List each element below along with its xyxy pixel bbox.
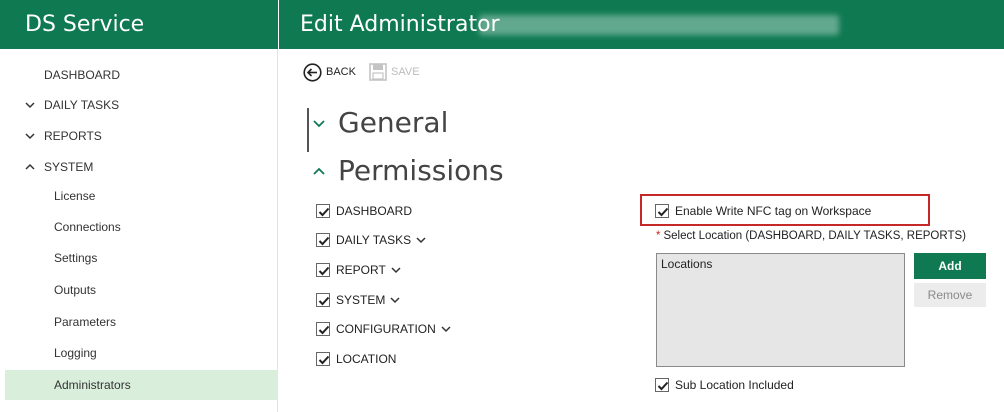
page-title: Edit Administrator <box>300 12 500 37</box>
checkmark-icon <box>318 266 330 276</box>
checkbox[interactable] <box>316 204 330 218</box>
sidebar-item-label: Settings <box>54 251 98 265</box>
section-permissions-toggle[interactable]: Permissions <box>312 154 504 187</box>
sidebar-item-label: Administrators <box>54 378 131 392</box>
back-button[interactable]: BACK <box>303 62 356 82</box>
chevron-down-icon[interactable] <box>389 294 401 306</box>
sub-location-option[interactable]: Sub Location Included <box>655 377 794 393</box>
chevron-up-icon <box>313 167 325 175</box>
sidebar-item-administrators[interactable]: Administrators <box>5 370 278 400</box>
redacted-administrator-name <box>479 15 839 35</box>
sidebar-item-system[interactable]: SYSTEM <box>0 152 278 182</box>
chevron-down-icon[interactable] <box>390 264 402 276</box>
remove-location-button[interactable]: Remove <box>914 283 986 307</box>
sidebar-item-label: SYSTEM <box>44 160 94 174</box>
checkmark-icon <box>657 381 669 391</box>
section-permissions-title: Permissions <box>338 154 504 187</box>
chevron-down-icon[interactable] <box>440 323 452 335</box>
sidebar: DASHBOARD DAILY TASKS REPORTS SYSTEM Lic… <box>0 49 278 412</box>
page-header: Edit Administrator <box>279 0 1004 49</box>
select-location-text: Select Location (DASHBOARD, DAILY TASKS,… <box>663 230 966 242</box>
add-location-button[interactable]: Add <box>914 253 986 279</box>
save-icon <box>369 63 387 81</box>
section-general-toggle[interactable]: General <box>312 106 448 139</box>
checkmark-icon <box>318 207 330 217</box>
required-marker: * <box>656 230 661 242</box>
permission-report[interactable]: REPORT <box>316 262 402 278</box>
back-label: BACK <box>326 66 356 78</box>
permission-dashboard[interactable]: DASHBOARD <box>316 203 412 219</box>
section-general-title: General <box>338 106 449 139</box>
app-title: DS Service <box>25 12 145 37</box>
chevron-up-icon <box>25 163 35 170</box>
sidebar-item-label: Logging <box>54 346 97 360</box>
section-divider <box>307 108 309 152</box>
nfc-label: Enable Write NFC tag on Workspace <box>675 204 872 218</box>
permission-label: CONFIGURATION <box>336 322 436 336</box>
checkmark-icon <box>318 236 330 246</box>
permission-location[interactable]: LOCATION <box>316 351 396 367</box>
sidebar-item-label: Connections <box>54 220 121 234</box>
checkmark-icon <box>318 296 330 306</box>
permission-system[interactable]: SYSTEM <box>316 292 401 308</box>
app-header: DS Service <box>0 0 278 49</box>
sidebar-item-settings[interactable]: Settings <box>5 243 278 273</box>
sidebar-item-label: REPORTS <box>44 129 102 143</box>
permission-configuration[interactable]: CONFIGURATION <box>316 321 452 337</box>
sidebar-item-logging[interactable]: Logging <box>5 338 278 368</box>
checkmark-icon <box>657 207 669 217</box>
sub-location-label: Sub Location Included <box>675 378 794 392</box>
sidebar-item-label: Parameters <box>54 315 117 329</box>
sidebar-item-connections[interactable]: Connections <box>5 212 278 242</box>
permission-label: LOCATION <box>336 352 397 366</box>
checkbox[interactable] <box>316 293 330 307</box>
sidebar-item-license[interactable]: License <box>5 181 278 211</box>
locations-list-header: Locations <box>661 257 713 271</box>
permission-daily-tasks[interactable]: DAILY TASKS <box>316 232 427 248</box>
sidebar-item-daily-tasks[interactable]: DAILY TASKS <box>0 90 278 120</box>
nfc-option[interactable]: Enable Write NFC tag on Workspace <box>655 203 871 219</box>
sidebar-item-label: License <box>54 189 96 203</box>
chevron-down-icon <box>25 102 35 109</box>
locations-list[interactable]: Locations <box>656 253 905 367</box>
checkbox[interactable] <box>316 263 330 277</box>
permission-label: DAILY TASKS <box>336 233 412 247</box>
checkbox[interactable] <box>316 233 330 247</box>
nfc-checkbox[interactable] <box>655 204 669 218</box>
sidebar-item-label: Outputs <box>54 283 97 297</box>
permission-label: SYSTEM <box>336 293 386 307</box>
chevron-down-icon <box>313 119 325 127</box>
sidebar-item-dashboard[interactable]: DASHBOARD <box>0 60 278 90</box>
sub-location-checkbox[interactable] <box>655 378 669 392</box>
save-label: SAVE <box>391 66 420 78</box>
chevron-down-icon[interactable] <box>415 234 427 246</box>
sidebar-item-outputs[interactable]: Outputs <box>5 275 278 305</box>
select-location-label: * Select Location (DASHBOARD, DAILY TASKS… <box>656 230 966 242</box>
sidebar-item-label: DAILY TASKS <box>44 98 120 112</box>
permission-label: DASHBOARD <box>336 204 413 218</box>
sidebar-item-label: DASHBOARD <box>44 68 121 82</box>
save-button[interactable]: SAVE <box>369 62 420 82</box>
checkbox[interactable] <box>316 352 330 366</box>
back-arrow-icon <box>303 62 322 82</box>
sidebar-item-parameters[interactable]: Parameters <box>5 307 278 337</box>
checkmark-icon <box>318 325 330 335</box>
checkbox[interactable] <box>316 322 330 336</box>
permission-label: REPORT <box>336 263 386 277</box>
checkmark-icon <box>318 355 330 365</box>
chevron-down-icon <box>25 133 35 140</box>
sidebar-item-reports[interactable]: REPORTS <box>0 121 278 151</box>
